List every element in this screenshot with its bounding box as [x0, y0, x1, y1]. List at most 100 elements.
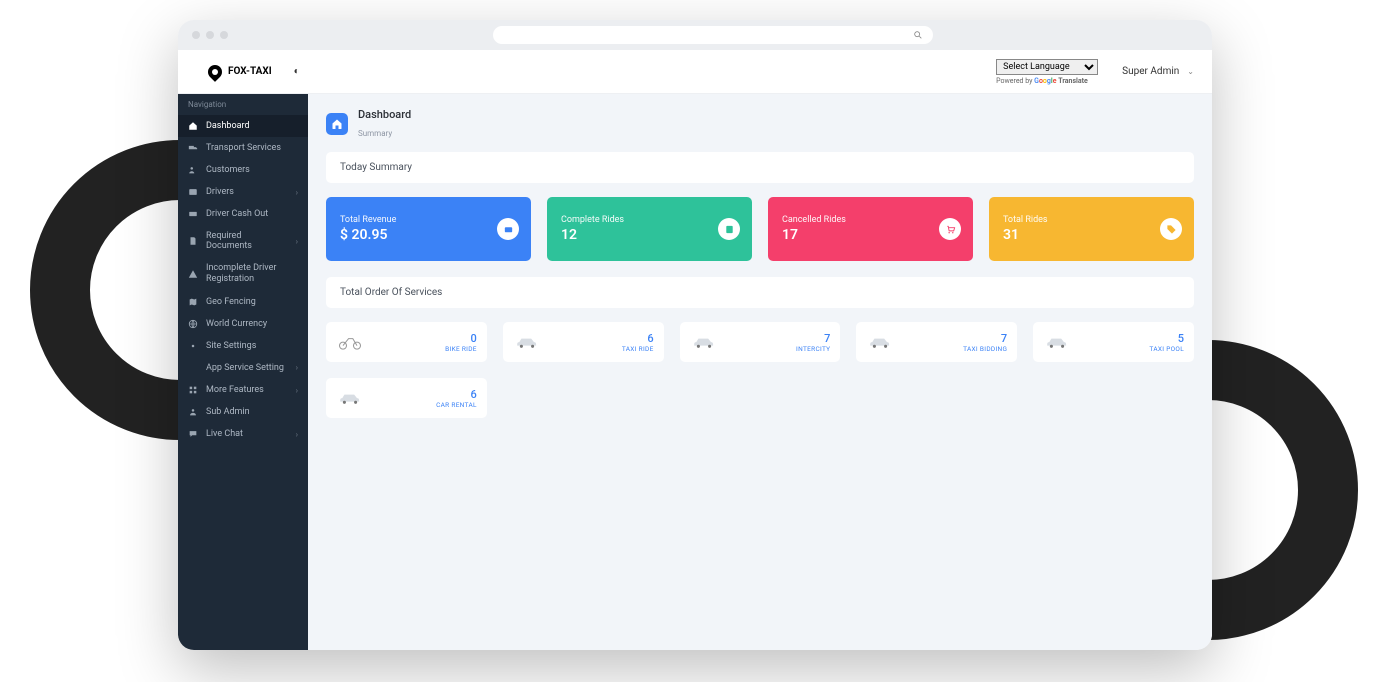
total-order-label: Total Order Of Services [340, 287, 442, 298]
service-card-intercity[interactable]: 7INTERCITY [680, 322, 841, 362]
grid-icon [188, 385, 198, 395]
truck-icon [188, 143, 198, 153]
service-count: 6 [436, 388, 477, 401]
vehicle-icon [1043, 333, 1071, 351]
sidebar-item-app-service-setting[interactable]: App Service Setting› [178, 357, 308, 380]
sidebar-toggle-icon[interactable]: ◐ [294, 66, 300, 77]
stat-card-cancelled-rides[interactable]: Cancelled Rides17 [768, 197, 973, 261]
stat-card-total-revenue[interactable]: Total Revenue $ 20.95 [326, 197, 531, 261]
vehicle-icon [513, 333, 541, 351]
stat-card-complete-rides[interactable]: Complete Rides 12 [547, 197, 752, 261]
brand-text: FOX-TAXI [228, 66, 272, 77]
sidebar-item-site-settings[interactable]: Site Settings [178, 335, 308, 357]
vehicle-icon [690, 333, 718, 351]
id-icon [188, 187, 198, 197]
sidebar-item-label: Live Chat [206, 429, 243, 439]
service-name: TAXI POOL [1149, 345, 1184, 353]
service-name: BIKE RIDE [445, 345, 477, 353]
sidebar-item-label: Customers [206, 165, 250, 175]
stat-card-total-rides[interactable]: Total Rides 31 [989, 197, 1194, 261]
brand-logo[interactable]: FOX-TAXI [208, 65, 272, 79]
map-icon [188, 297, 198, 307]
main-content: Dashboard Summary Today Summary Total Re… [308, 94, 1212, 650]
chevron-down-icon: ⌄ [1187, 67, 1194, 76]
sidebar-item-incomplete-driver-registration[interactable]: Incomplete Driver Registration [178, 257, 308, 291]
today-summary-panel: Today Summary [326, 152, 1194, 183]
user-menu[interactable]: Super Admin ⌄ [1122, 66, 1194, 77]
stat-value: 12 [561, 227, 738, 243]
sidebar-item-customers[interactable]: Customers [178, 159, 308, 181]
chevron-right-icon: › [296, 430, 298, 439]
vehicle-icon [336, 333, 364, 351]
cash-icon [188, 209, 198, 219]
service-count: 6 [622, 332, 654, 345]
chat-icon [188, 429, 198, 439]
sidebar-item-label: Site Settings [206, 341, 256, 351]
sidebar-item-label: Driver Cash Out [206, 209, 268, 219]
service-count: 0 [445, 332, 477, 345]
warn-icon [188, 269, 198, 279]
service-count: 7 [963, 332, 1007, 345]
powered-by-text: Powered by Google Translate [996, 77, 1098, 85]
chevron-right-icon: › [296, 386, 298, 395]
sidebar-item-label: Sub Admin [206, 407, 250, 417]
sidebar: Navigation Dashboard Transport Services Cu… [178, 94, 308, 650]
cart-icon [939, 218, 961, 240]
sidebar-item-world-currency[interactable]: World Currency [178, 313, 308, 335]
tools-icon [188, 363, 198, 373]
stat-label: Complete Rides [561, 215, 738, 225]
browser-url-bar[interactable] [493, 26, 933, 44]
chevron-right-icon: › [296, 188, 298, 197]
page-header: Dashboard Summary [326, 108, 1194, 140]
sidebar-item-sub-admin[interactable]: Sub Admin [178, 401, 308, 423]
service-name: CAR RENTAL [436, 401, 477, 409]
service-card-car-rental[interactable]: 6CAR RENTAL [326, 378, 487, 418]
sidebar-item-transport-services[interactable]: Transport Services [178, 137, 308, 159]
user-icon [188, 407, 198, 417]
gear-icon [188, 341, 198, 351]
service-card-taxi-pool[interactable]: 5TAXI POOL [1033, 322, 1194, 362]
page-title: Dashboard [358, 108, 411, 121]
service-name: TAXI RIDE [622, 345, 654, 353]
sidebar-item-live-chat[interactable]: Live Chat › [178, 423, 308, 445]
stat-value: $ 20.95 [340, 227, 517, 243]
stat-label: Total Revenue [340, 215, 517, 225]
nav-section-title: Navigation [178, 94, 308, 115]
total-order-panel: Total Order Of Services [326, 277, 1194, 308]
home-icon [326, 113, 348, 135]
sidebar-item-drivers[interactable]: Drivers › [178, 181, 308, 203]
stat-label: Cancelled Rides [782, 215, 959, 225]
globe-icon [188, 319, 198, 329]
sidebar-item-label: Transport Services [206, 143, 281, 153]
sidebar-item-label: Dashboard [206, 121, 250, 131]
users-icon [188, 165, 198, 175]
doc-icon [188, 236, 198, 246]
tag-icon [1160, 218, 1182, 240]
service-card-taxi-bidding[interactable]: 7TAXI BIDDING [856, 322, 1017, 362]
window-controls[interactable] [192, 31, 228, 39]
search-icon [913, 30, 923, 40]
page-subtitle: Summary [358, 129, 392, 138]
service-card-bike-ride[interactable]: 0BIKE RIDE [326, 322, 487, 362]
service-card-taxi-ride[interactable]: 6TAXI RIDE [503, 322, 664, 362]
sidebar-item-dashboard[interactable]: Dashboard [178, 115, 308, 137]
sidebar-item-label: Incomplete Driver Registration [206, 263, 298, 285]
sidebar-item-required-documents[interactable]: Required Documents› [178, 225, 308, 257]
check-icon [718, 218, 740, 240]
language-select[interactable]: Select Language [996, 59, 1098, 75]
language-block: Select Language Powered by Google Transl… [996, 59, 1098, 85]
service-name: TAXI BIDDING [963, 345, 1007, 353]
sidebar-item-driver-cash-out[interactable]: Driver Cash Out [178, 203, 308, 225]
sidebar-item-label: Drivers [206, 187, 234, 197]
service-name: INTERCITY [796, 345, 830, 353]
browser-frame: FOX-TAXI ◐ Select Language Powered by Go… [178, 20, 1212, 650]
stat-value: 31 [1003, 227, 1180, 243]
service-count: 5 [1149, 332, 1184, 345]
stat-label: Total Rides [1003, 215, 1180, 225]
browser-titlebar [178, 20, 1212, 50]
chevron-right-icon: › [296, 237, 298, 246]
vehicle-icon [866, 333, 894, 351]
sidebar-item-more-features[interactable]: More Features› [178, 379, 308, 401]
sidebar-item-geo-fencing[interactable]: Geo Fencing [178, 291, 308, 313]
user-name: Super Admin [1122, 66, 1179, 77]
